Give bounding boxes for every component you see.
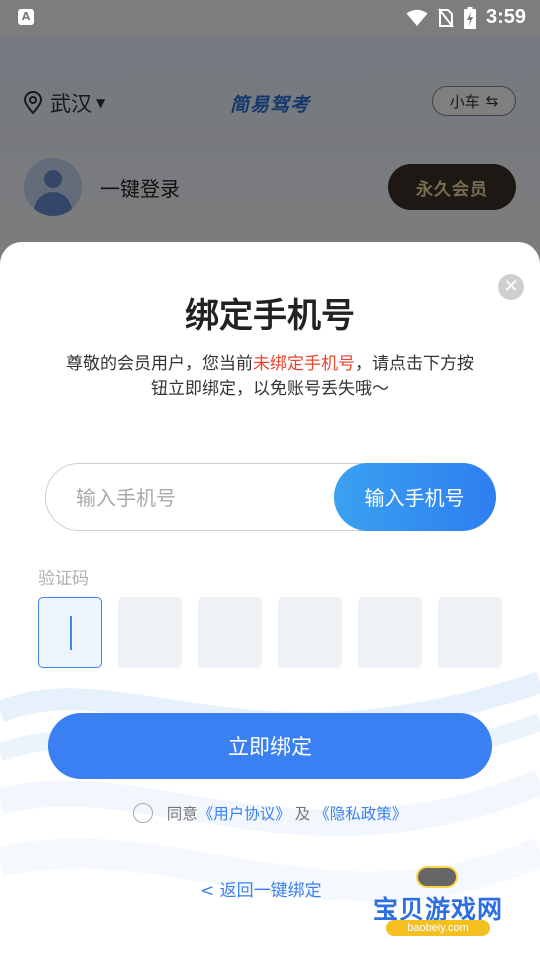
code-box[interactable] bbox=[38, 597, 102, 668]
watermark-url: baobeiy.com bbox=[386, 920, 490, 936]
status-bar: A 3:59 bbox=[0, 0, 540, 36]
wifi-icon bbox=[406, 9, 428, 26]
watermark-logo: 宝贝游戏网 baobeiy.com bbox=[364, 860, 512, 944]
agreement-row: 同意 《用户协议》 及 《隐私政策》 bbox=[0, 802, 540, 824]
phone-row: 输入手机号 bbox=[45, 462, 496, 532]
system-icons: 3:59 bbox=[406, 6, 526, 29]
gamepad-icon bbox=[416, 866, 458, 888]
privacy-policy-link[interactable]: 《隐私政策》 bbox=[314, 802, 407, 824]
agree-radio[interactable] bbox=[132, 803, 153, 823]
code-box[interactable] bbox=[358, 597, 422, 668]
agree-prefix: 同意 bbox=[166, 805, 198, 823]
back-to-one-click-bind-link[interactable]: < 返回一键绑定 bbox=[200, 876, 322, 901]
battery-charging-icon bbox=[463, 6, 476, 29]
no-sim-icon bbox=[438, 7, 454, 28]
phone-input[interactable] bbox=[74, 464, 328, 532]
bind-now-button[interactable]: 立即绑定 bbox=[48, 713, 492, 779]
verification-code-label: 验证码 bbox=[38, 569, 89, 589]
user-agreement-link[interactable]: 《用户协议》 bbox=[198, 802, 291, 824]
modal-title: 绑定手机号 bbox=[185, 296, 355, 336]
code-box[interactable] bbox=[438, 597, 502, 668]
verification-code-boxes bbox=[38, 597, 502, 668]
notification-a-icon: A bbox=[18, 9, 34, 25]
modal-description: 尊敬的会员用户，您当前未绑定手机号，请点击下方按钮立即绑定，以免账号丢失哦～ bbox=[60, 352, 480, 402]
code-box[interactable] bbox=[118, 597, 182, 668]
text-cursor bbox=[70, 616, 72, 650]
desc-warning: 未绑定手机号 bbox=[253, 354, 355, 374]
phone-action-button[interactable]: 输入手机号 bbox=[333, 462, 496, 531]
clock: 3:59 bbox=[485, 6, 526, 28]
code-box[interactable] bbox=[278, 597, 342, 668]
bind-phone-sheet: ✕ 绑定手机号 尊敬的会员用户，您当前未绑定手机号，请点击下方按钮立即绑定，以免… bbox=[0, 242, 540, 960]
desc-text-1: 尊敬的会员用户，您当前 bbox=[66, 354, 253, 374]
code-box[interactable] bbox=[198, 597, 262, 668]
agree-and: 及 bbox=[294, 805, 311, 823]
